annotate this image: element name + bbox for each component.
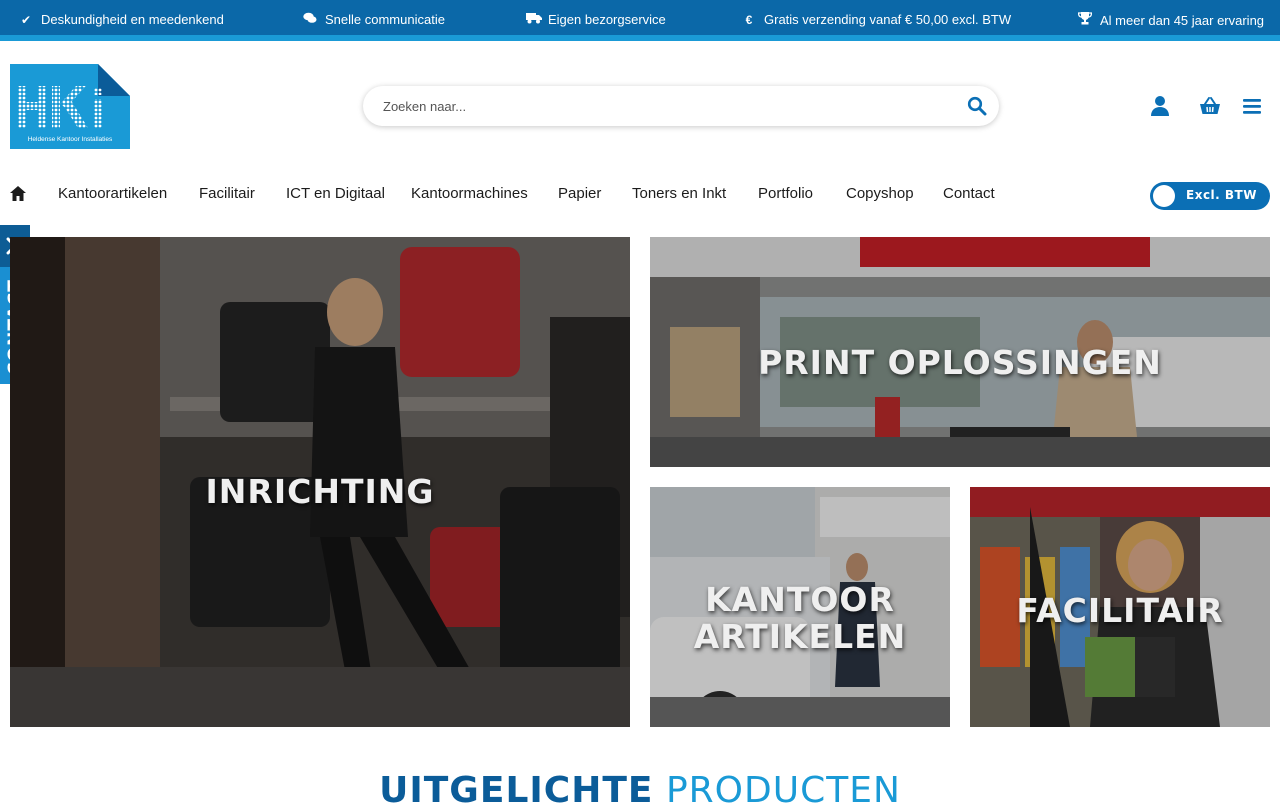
category-tile-kantoorartikelen[interactable]: KANTOOR ARTIKELEN	[650, 487, 950, 727]
usp-text: Snelle communicatie	[325, 12, 445, 27]
usp-item: Al meer dan 45 jaar ervaring	[1077, 12, 1265, 28]
nav-item-copyshop[interactable]: Copyshop	[846, 185, 914, 202]
basket-icon[interactable]	[1199, 95, 1221, 117]
usp-text: Deskundigheid en meedenkend	[41, 12, 224, 27]
toggle-knob	[1153, 185, 1175, 207]
usp-item: € Gratis verzending vanaf € 50,00 excl. …	[742, 12, 1011, 27]
usp-item: Snelle communicatie	[303, 12, 445, 27]
featured-products-heading: UITGELICHTE PRODUCTEN	[0, 770, 1280, 811]
search-icon[interactable]	[967, 96, 987, 116]
nav-item-facilitair[interactable]: Facilitair	[199, 185, 255, 202]
category-tile-facilitair[interactable]: FACILITAIR	[970, 487, 1270, 727]
heading-part2: PRODUCTEN	[665, 770, 901, 811]
tile-label: PRINT OPLOSSINGEN	[758, 343, 1162, 382]
nav-item-papier[interactable]: Papier	[558, 185, 601, 202]
tile-label: FACILITAIR	[1016, 591, 1224, 630]
tile-label: KANTOOR ARTIKELEN	[650, 580, 950, 656]
search-box	[363, 86, 999, 126]
usp-bar: ✔ Deskundigheid en meedenkend Snelle com…	[0, 0, 1280, 41]
logo-tagline: Heldense Kantoor Installaties	[28, 136, 113, 143]
vat-toggle-label: Excl. BTW	[1186, 188, 1257, 202]
chat-icon	[303, 12, 317, 27]
tile-label-line1: KANTOOR	[705, 580, 895, 619]
usp-text: Gratis verzending vanaf € 50,00 excl. BT…	[764, 12, 1012, 27]
tile-label-line2: ARTIKELEN	[693, 616, 907, 656]
trophy-icon	[1077, 12, 1093, 28]
usp-item: ✔ Deskundigheid en meedenkend	[19, 12, 224, 27]
euro-icon: €	[745, 12, 753, 27]
nav-item-kantoorartikelen[interactable]: Kantoorartikelen	[58, 185, 167, 202]
category-tile-print-oplossingen[interactable]: PRINT OPLOSSINGEN	[650, 237, 1270, 467]
vat-toggle[interactable]: Excl. BTW	[1150, 182, 1270, 210]
nav-item-toners[interactable]: Toners en Inkt	[632, 185, 726, 202]
usp-text: Al meer dan 45 jaar ervaring	[1100, 12, 1265, 28]
usp-item: Eigen bezorgservice	[526, 12, 666, 27]
nav-item-ict[interactable]: ICT en Digitaal	[286, 185, 385, 202]
home-icon[interactable]	[10, 186, 26, 201]
truck-icon	[526, 12, 542, 27]
nav-item-contact[interactable]: Contact	[943, 185, 995, 202]
check-icon: ✔	[20, 12, 32, 27]
tile-label: INRICHTING	[205, 472, 435, 511]
search-input[interactable]	[383, 96, 943, 116]
category-tile-inrichting[interactable]: INRICHTING	[10, 237, 630, 727]
user-icon[interactable]	[1150, 95, 1172, 117]
site-logo[interactable]: Heldense Kantoor Installaties	[10, 64, 130, 149]
nav-item-portfolio[interactable]: Portfolio	[758, 185, 813, 202]
heading-part1: UITGELICHTE	[379, 770, 654, 811]
menu-icon[interactable]	[1243, 95, 1265, 117]
usp-text: Eigen bezorgservice	[548, 12, 666, 27]
nav-item-kantoormachines[interactable]: Kantoormachines	[411, 185, 528, 202]
